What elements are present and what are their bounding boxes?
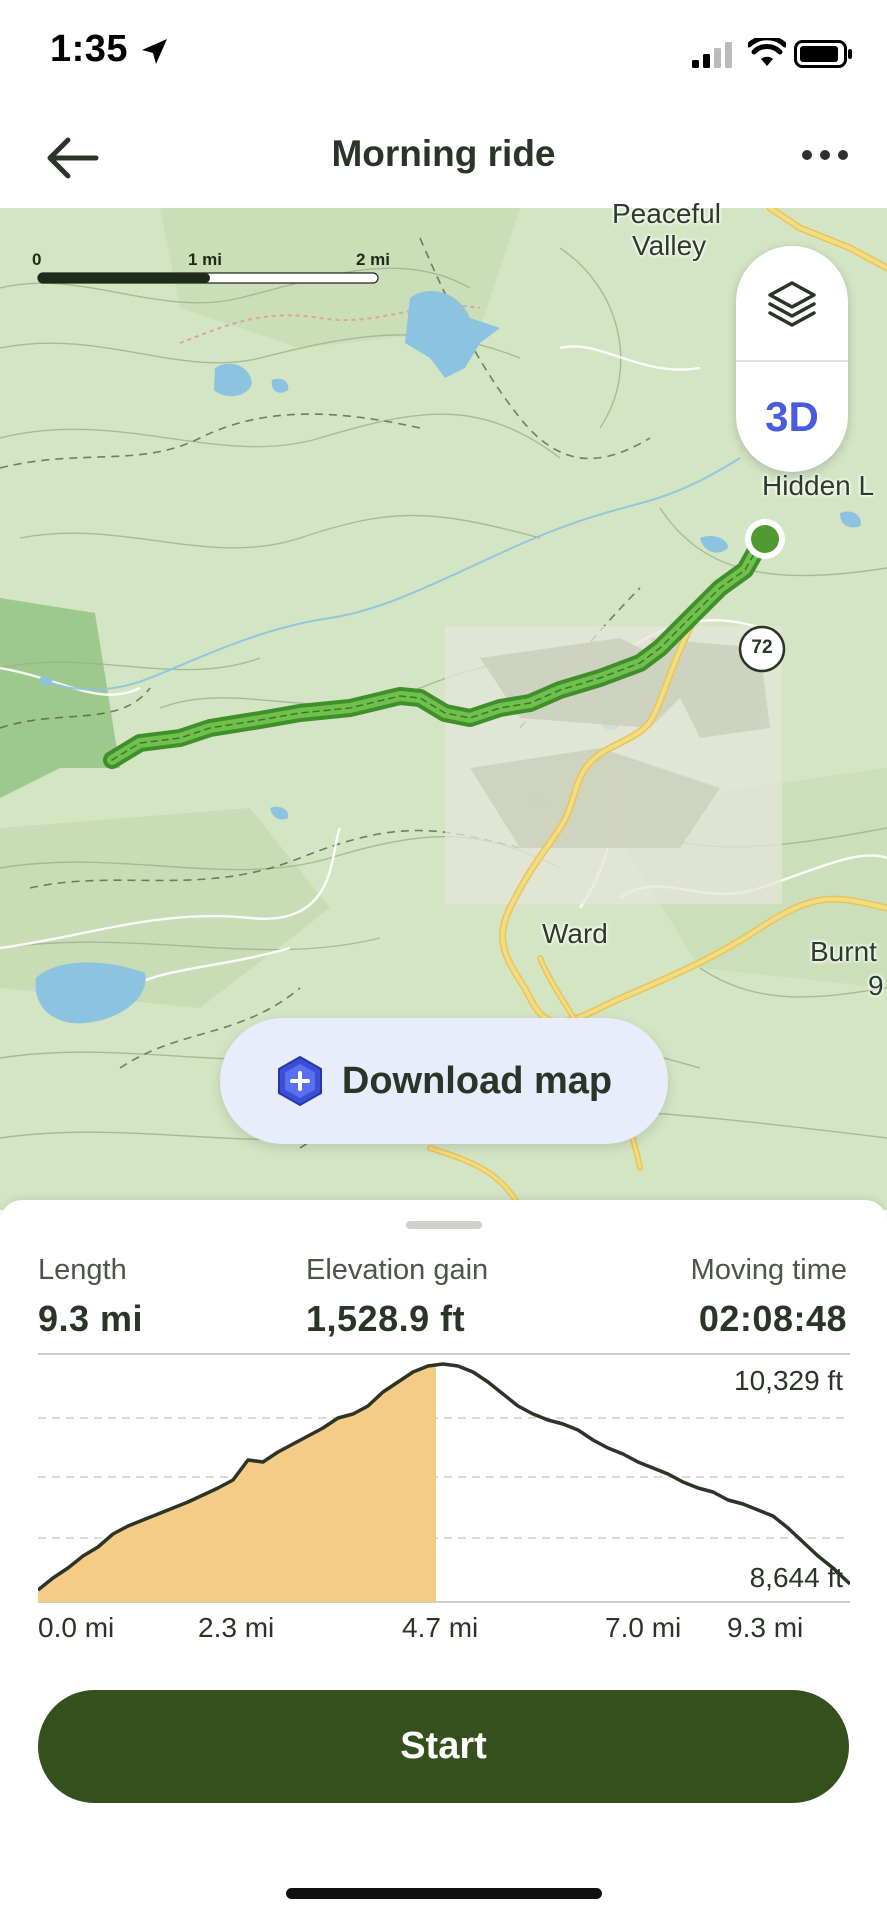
location-arrow-icon (142, 39, 167, 64)
place-label: Hidden L (762, 470, 875, 501)
start-label: Start (400, 1725, 487, 1767)
elevation-gain-value: 1,528.9 ft (306, 1298, 466, 1339)
page-title: Morning ride (331, 133, 556, 174)
distance-label: 4.7 mi (402, 1612, 479, 1643)
place-label: Peaceful (612, 198, 721, 229)
download-map-icon (277, 1055, 322, 1107)
sheet-drag-handle[interactable] (406, 1221, 482, 1229)
download-map-button[interactable]: Download map (220, 1018, 668, 1144)
elevation-progress-fill (38, 1366, 436, 1602)
scale-label-2: 2 mi (356, 250, 391, 269)
length-value: 9.3 mi (38, 1298, 144, 1339)
moving-time-label: Moving time (690, 1254, 847, 1286)
distance-label: 7.0 mi (605, 1612, 682, 1643)
battery-icon (794, 40, 852, 68)
distance-label: 2.3 mi (198, 1612, 275, 1643)
home-indicator (286, 1888, 602, 1899)
place-label: 9 (868, 970, 884, 1001)
road-shield-label: 72 (751, 637, 773, 658)
status-time: 1:35 (50, 28, 129, 70)
more-icon (802, 150, 848, 160)
elevation-min-label: 8,644 ft (749, 1562, 843, 1593)
scale-label-0: 0 (32, 250, 42, 269)
start-button[interactable]: Start (38, 1690, 849, 1803)
more-button[interactable] (790, 130, 860, 180)
elevation-profile-chart[interactable] (38, 1352, 850, 1612)
three-d-button[interactable]: 3D (736, 362, 848, 472)
signal-icon (692, 42, 732, 68)
wifi-icon (748, 38, 786, 66)
distance-label: 9.3 mi (727, 1612, 804, 1643)
layers-icon (768, 281, 816, 327)
elevation-max-label: 10,329 ft (734, 1365, 843, 1396)
length-label: Length (38, 1254, 127, 1286)
moving-time-value: 02:08:48 (698, 1298, 847, 1339)
layers-button[interactable] (736, 246, 848, 360)
place-label: Valley (632, 230, 707, 261)
scale-label-1: 1 mi (188, 250, 223, 269)
download-map-label: Download map (341, 1059, 613, 1102)
elevation-gain-label: Elevation gain (306, 1254, 489, 1286)
place-label: Ward (542, 918, 608, 949)
distance-label: 0.0 mi (38, 1612, 115, 1643)
place-label: Burnt (810, 936, 877, 967)
